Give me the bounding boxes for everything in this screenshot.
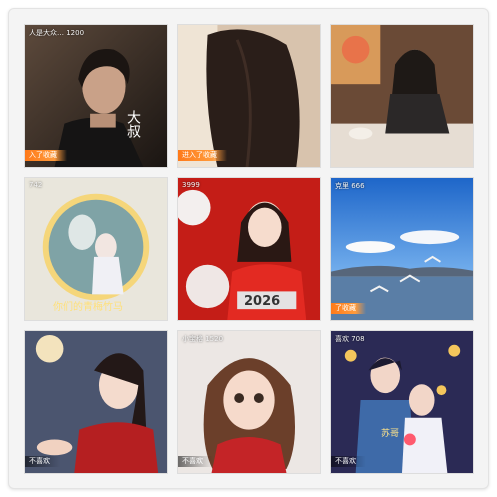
- tile-badge[interactable]: 进入了收藏: [178, 150, 227, 161]
- cartoon-girl-image: [178, 331, 320, 473]
- tile-badge[interactable]: 不喜欢: [25, 456, 60, 467]
- tile-meta: 喜欢 708: [335, 335, 365, 343]
- tile-badge[interactable]: 入了收藏: [25, 150, 67, 161]
- tile-caption: 你们的青梅竹马: [53, 302, 123, 313]
- tile-4[interactable]: 742 你们的青梅竹马: [24, 177, 168, 321]
- tile-3[interactable]: [330, 24, 474, 168]
- tile-badge[interactable]: 不喜欢: [178, 456, 213, 467]
- portrait-man-image: [25, 25, 167, 167]
- tile-2[interactable]: 进入了收藏: [177, 24, 321, 168]
- tile-badge[interactable]: 了收藏: [331, 303, 366, 314]
- tile-badge[interactable]: 不喜欢: [331, 456, 366, 467]
- tile-8[interactable]: 小宝格 1520 不喜欢: [177, 330, 321, 474]
- tile-caption: 大叔: [125, 110, 141, 138]
- tile-caption: 2026: [244, 294, 281, 309]
- hair-back-image: [178, 25, 320, 167]
- lantern-couple-image: [331, 331, 473, 473]
- seagulls-lake-image: [331, 178, 473, 320]
- tile-1[interactable]: 人是大众… 1200 大叔 入了收藏: [24, 24, 168, 168]
- snow-girl-image: [25, 331, 167, 473]
- tile-meta: 742: [29, 181, 43, 189]
- tile-caption: 苏哥: [381, 429, 400, 439]
- tile-meta: 人是大众… 1200: [29, 29, 85, 37]
- tile-9[interactable]: 喜欢 708 苏哥 不喜欢: [330, 330, 474, 474]
- tile-meta: 克里 666: [335, 182, 365, 190]
- tile-6[interactable]: 克里 666 了收藏: [330, 177, 474, 321]
- tile-meta: 小宝格 1520: [182, 335, 224, 343]
- cafe-woman-image: [331, 25, 473, 167]
- tile-meta: 3999: [182, 181, 200, 189]
- collage-frame: 人是大众… 1200 大叔 入了收藏 进入了收藏 742 你们的青梅竹马 399…: [8, 8, 489, 489]
- tile-7[interactable]: 不喜欢: [24, 330, 168, 474]
- tile-5[interactable]: 3999 2026: [177, 177, 321, 321]
